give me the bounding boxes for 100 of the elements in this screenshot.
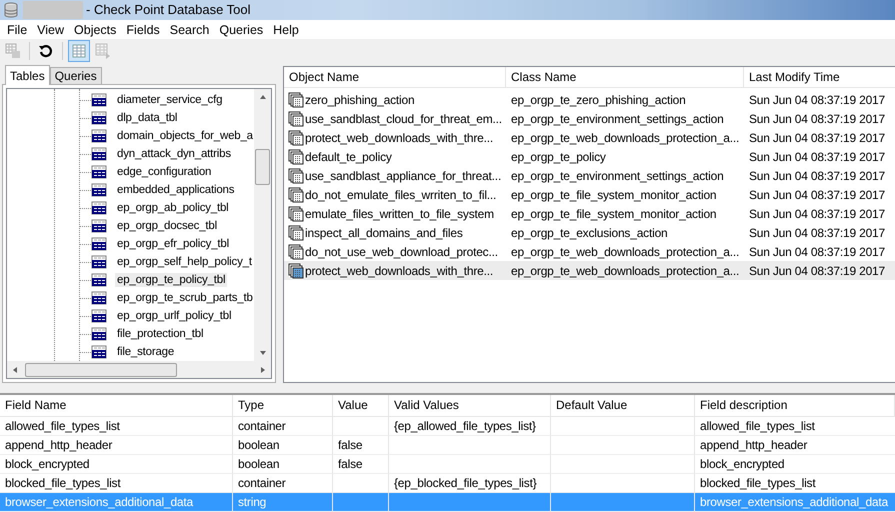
- table-cell: protect_web_downloads_with_thre...: [305, 264, 493, 278]
- column-header[interactable]: Default Value: [551, 395, 695, 416]
- table-cell: allowed_file_types_list: [5, 419, 120, 433]
- tree-item[interactable]: domain_objects_for_web_a: [115, 129, 254, 143]
- column-header[interactable]: Last Modify Time: [744, 67, 895, 87]
- objects-icon: [288, 148, 304, 164]
- column-header[interactable]: Type: [233, 395, 333, 416]
- tree-item[interactable]: ep_orgp_urlf_policy_tbl: [115, 309, 234, 323]
- table-cell: container: [238, 419, 286, 433]
- table-cell: Sun Jun 04 08:37:19 2017: [749, 112, 885, 126]
- objects-icon: [288, 224, 304, 240]
- table-cell: append_http_header: [700, 438, 808, 452]
- table-cell: Sun Jun 04 08:37:19 2017: [749, 206, 885, 220]
- objects-icon: [288, 130, 304, 146]
- column-header[interactable]: Valid Values: [389, 395, 551, 416]
- table-row[interactable]: allowed_file_types_list container {ep_allowed_file_types_list} allowed_file_types_list: [0, 417, 895, 436]
- menu-item[interactable]: Help: [268, 20, 304, 39]
- redacted-block: [23, 0, 83, 19]
- table-cell: {ep_allowed_file_types_list}: [394, 419, 536, 433]
- menu-item[interactable]: View: [32, 20, 70, 39]
- table-cell: false: [338, 438, 362, 452]
- table-cell: Sun Jun 04 08:37:19 2017: [749, 168, 885, 182]
- table-cell: string: [238, 495, 266, 509]
- tab[interactable]: Queries: [50, 67, 102, 84]
- table-row[interactable]: use_sandblast_appliance_for_threat... ep_orgp_te_environment_settings_action Sun Jun 04 08:37:19 2017: [284, 166, 895, 185]
- tree-item[interactable]: dyn_attack_dyn_attribs: [115, 147, 233, 161]
- table-cell: do_not_emulate_files_wrriten_to_fil...: [305, 188, 496, 202]
- tree-item[interactable]: diameter_service_cfg: [115, 93, 224, 107]
- table-cell: default_te_policy: [305, 150, 392, 164]
- table-cell: zero_phishing_action: [305, 92, 414, 106]
- grid-view-button[interactable]: [68, 40, 90, 62]
- table-row[interactable]: append_http_header boolean false append_http_header: [0, 436, 895, 455]
- grid-arrow-icon: [95, 43, 111, 60]
- table-cell: block_encrypted: [5, 457, 90, 471]
- tree-item[interactable]: ep_orgp_self_help_policy_t: [115, 255, 254, 269]
- table-cell: blocked_file_types_list: [700, 476, 816, 490]
- column-header[interactable]: Field description: [695, 395, 895, 416]
- table-cell: {ep_blocked_file_types_list}: [394, 476, 537, 490]
- table-row[interactable]: block_encrypted boolean false block_encrypted: [0, 455, 895, 474]
- table-cell: browser_extensions_additional_data: [5, 495, 194, 509]
- tree-item[interactable]: embedded_applications: [115, 183, 236, 197]
- table-row[interactable]: zero_phishing_action ep_orgp_te_zero_phishing_action Sun Jun 04 08:37:19 2017: [284, 90, 895, 109]
- window-title: - Check Point Database Tool: [86, 2, 251, 18]
- table-row[interactable]: do_not_use_web_download_protec... ep_orgp_te_web_downloads_protection_a... Sun Jun 04 08:37:19 2017: [284, 242, 895, 261]
- table-cell: block_encrypted: [700, 457, 784, 471]
- table-cell: use_sandblast_appliance_for_threat...: [305, 168, 502, 182]
- table-cell: allowed_file_types_list: [700, 419, 815, 433]
- tab[interactable]: Tables: [5, 65, 50, 85]
- table-cell: ep_orgp_te_exclusions_action: [511, 226, 668, 240]
- table-row[interactable]: inspect_all_domains_and_files ep_orgp_te_exclusions_action Sun Jun 04 08:37:19 2017: [284, 223, 895, 242]
- table-cell: ep_orgp_te_file_system_monitor_action: [511, 188, 716, 202]
- objects-icon: [288, 262, 304, 278]
- column-header[interactable]: Class Name: [506, 67, 744, 87]
- column-header[interactable]: Object Name: [284, 67, 506, 87]
- tree-item[interactable]: dlp_data_tbl: [115, 111, 180, 125]
- tree-item[interactable]: file_storage: [115, 345, 176, 359]
- table-cell: Sun Jun 04 08:37:19 2017: [749, 264, 885, 278]
- table-row[interactable]: do_not_emulate_files_wrriten_to_fil... ep_orgp_te_file_system_monitor_action Sun Jun 04 08:37:19 2017: [284, 185, 895, 204]
- tree-item[interactable]: ep_orgp_ab_policy_tbl: [115, 201, 231, 215]
- vertical-scrollbar[interactable]: [254, 89, 271, 361]
- table-cell: emulate_files_written_to_file_system: [305, 206, 494, 220]
- column-header[interactable]: Value: [333, 395, 389, 416]
- tree-item[interactable]: ep_orgp_efr_policy_tbl: [115, 237, 231, 251]
- table-cell: append_http_header: [5, 438, 112, 452]
- table-cell: ep_orgp_te_web_downloads_protection_a...: [511, 264, 740, 278]
- table-cell: ep_orgp_te_web_downloads_protection_a...: [511, 244, 740, 258]
- save-icon: [5, 43, 21, 60]
- table-cell: blocked_file_types_list: [5, 476, 120, 490]
- table-cell: container: [238, 476, 286, 490]
- tree-item[interactable]: ep_orgp_docsec_tbl: [115, 219, 219, 233]
- scroll-thumb[interactable]: [25, 362, 177, 376]
- tree-item[interactable]: ep_orgp_te_scrub_parts_tb: [115, 291, 254, 305]
- scroll-thumb[interactable]: [255, 149, 270, 185]
- menu-item[interactable]: Fields: [121, 20, 165, 39]
- objects-icon: [288, 168, 304, 184]
- menu-item[interactable]: Queries: [214, 20, 268, 39]
- tree-item[interactable]: edge_configuration: [115, 165, 214, 179]
- tree-item[interactable]: file_protection_tbl: [115, 327, 206, 341]
- table-row[interactable]: default_te_policy ep_orgp_te_policy Sun Jun 04 08:37:19 2017: [284, 147, 895, 166]
- table-cell: ep_orgp_te_policy: [511, 150, 606, 164]
- menu-item[interactable]: Search: [164, 20, 214, 39]
- table-cell: do_not_use_web_download_protec...: [305, 244, 498, 258]
- table-cell: Sun Jun 04 08:37:19 2017: [749, 150, 885, 164]
- table-row[interactable]: emulate_files_written_to_file_system ep_orgp_te_file_system_monitor_action Sun Jun 04 08:37:19 2017: [284, 204, 895, 223]
- objects-icon: [288, 92, 304, 108]
- horizontal-scrollbar[interactable]: [6, 361, 272, 379]
- table-row[interactable]: protect_web_downloads_with_thre... ep_orgp_te_web_downloads_protection_a... Sun Jun 04 08:37:19 2017: [284, 261, 895, 280]
- menu-item[interactable]: File: [2, 20, 32, 39]
- table-cell: boolean: [238, 457, 280, 471]
- objects-icon: [288, 186, 304, 202]
- table-cell: ep_orgp_te_file_system_monitor_action: [511, 206, 716, 220]
- tree-item[interactable]: ep_orgp_te_policy_tbl: [115, 273, 228, 287]
- table-row[interactable]: use_sandblast_cloud_for_threat_em... ep_orgp_te_environment_settings_action Sun Jun 04 08:37:19 2017: [284, 109, 895, 128]
- table-row[interactable]: protect_web_downloads_with_thre... ep_orgp_te_web_downloads_protection_a... Sun Jun 04 08:37:19 2017: [284, 128, 895, 147]
- menu-item[interactable]: Objects: [69, 20, 122, 39]
- table-cell: false: [338, 457, 362, 471]
- refresh-icon: [38, 43, 54, 60]
- objects-icon: [288, 244, 304, 260]
- column-header[interactable]: Field Name: [0, 395, 233, 416]
- table-cell: inspect_all_domains_and_files: [305, 226, 463, 240]
